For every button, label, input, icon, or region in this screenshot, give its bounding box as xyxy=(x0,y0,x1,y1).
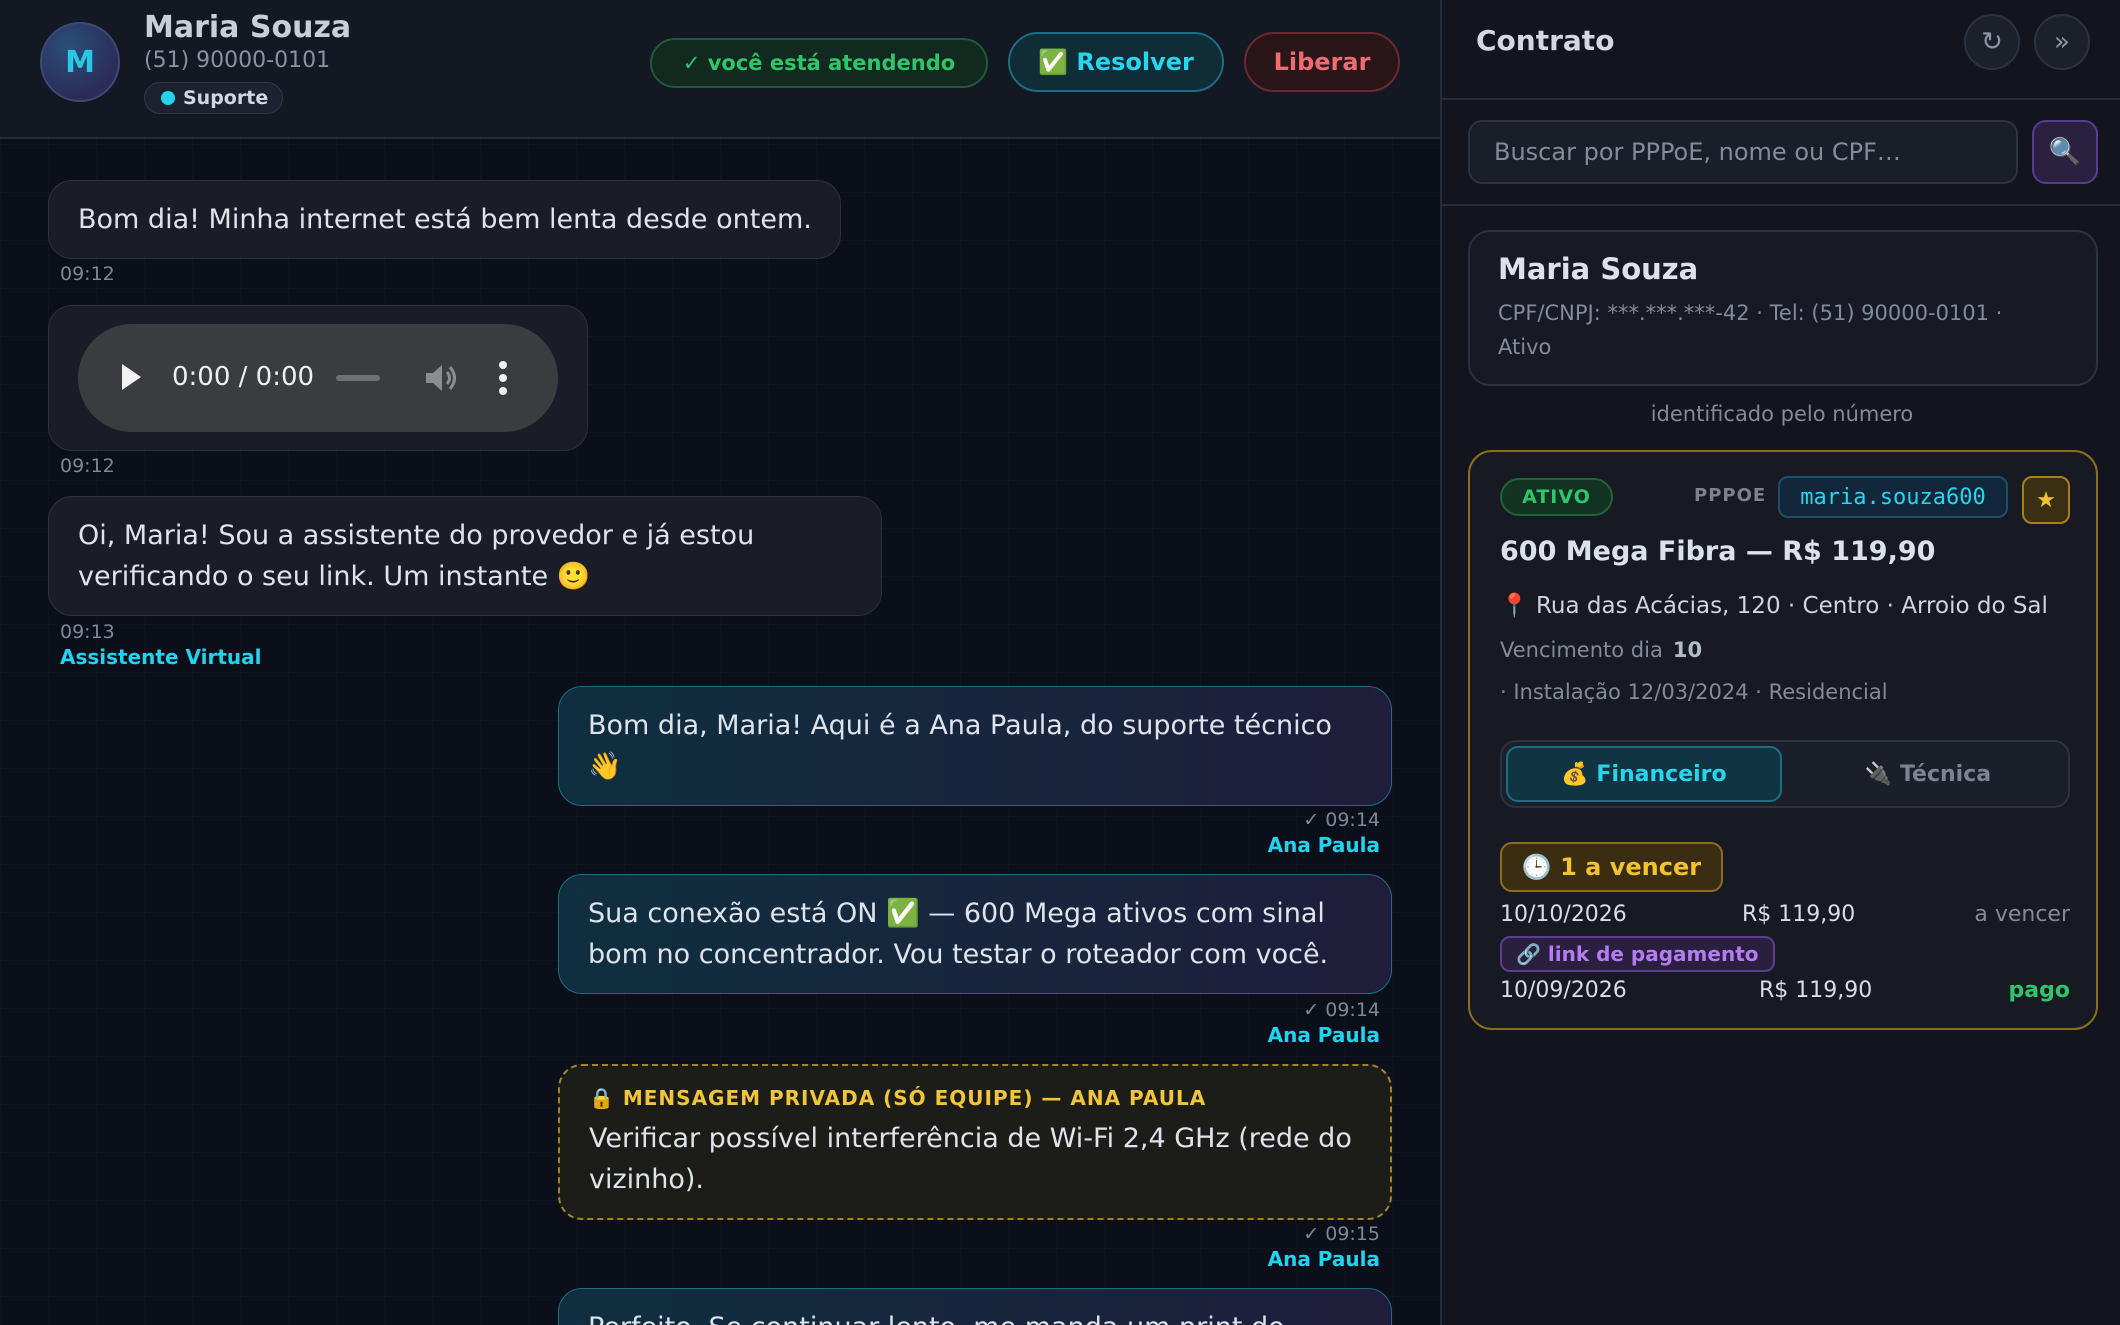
collapse-panel-icon[interactable]: » xyxy=(2034,14,2090,70)
contact-name: Maria Souza xyxy=(144,10,352,45)
invoice-amount: R$ 119,90 xyxy=(1742,902,1856,927)
department-dot-icon xyxy=(161,91,175,105)
invoice-amount: R$ 119,90 xyxy=(1759,978,1873,1003)
tab-tecnica[interactable]: 🔌 Técnica xyxy=(1790,746,2066,802)
private-note-bubble: 🔒 MENSAGEM PRIVADA (SÓ EQUIPE) — ANA PAU… xyxy=(558,1064,1392,1220)
department-label: Suporte xyxy=(183,87,269,109)
install-line: · Instalação 12/03/2024 · Residencial xyxy=(1500,680,1888,704)
chat-pane: M Maria Souza (51) 90000-0101 Suporte ✓ … xyxy=(0,0,1440,1325)
resolve-button[interactable]: ✅ Resolver xyxy=(1008,32,1224,92)
message-author: Assistente Virtual xyxy=(60,645,262,669)
contact-phone: (51) 90000-0101 xyxy=(144,48,331,73)
department-badge[interactable]: Suporte xyxy=(144,82,284,114)
message-text-line: 👋 xyxy=(588,751,622,782)
message-time: ✓ 09:14 xyxy=(1303,999,1380,1021)
message-text-line: Sua conexão está ON ✅ — 600 Mega ativos … xyxy=(588,898,1325,929)
client-card: Maria Souza CPF/CNPJ: ***.***.***-42 · T… xyxy=(1468,230,2098,386)
audio-player[interactable]: 0:00 / 0:00 xyxy=(78,324,558,432)
message-bubble-outgoing: Bom dia, Maria! Aqui é a Ana Paula, do s… xyxy=(558,686,1392,806)
search-icon[interactable]: 🔍 xyxy=(2032,120,2098,184)
panel-title: Contrato xyxy=(1476,24,1615,57)
contract-card[interactable]: ATIVO PPPOE maria.souza600 ★ 600 Mega Fi… xyxy=(1468,450,2098,1030)
contract-status-badge: ATIVO xyxy=(1500,478,1613,516)
search-input[interactable] xyxy=(1468,120,2018,184)
identified-note: identificado pelo número xyxy=(1650,402,1914,426)
message-time: ✓ 09:15 xyxy=(1303,1223,1380,1245)
plan-title: 600 Mega Fibra — R$ 119,90 xyxy=(1500,536,1936,567)
contract-panel: Contrato ↻ » 🔍 Maria Souza CPF/CNPJ: ***… xyxy=(1440,0,2120,1325)
attending-status-badge: ✓ você está atendendo xyxy=(650,38,988,88)
chat-header: M Maria Souza (51) 90000-0101 Suporte ✓ … xyxy=(0,0,1440,139)
invoice-status: pago xyxy=(2008,978,2070,1003)
star-icon[interactable]: ★ xyxy=(2022,476,2070,524)
play-icon[interactable] xyxy=(122,364,141,390)
message-time: 09:12 xyxy=(60,455,115,477)
message-bubble-outgoing: Sua conexão está ON ✅ — 600 Mega ativos … xyxy=(558,874,1392,994)
client-name: Maria Souza xyxy=(1498,252,1699,286)
message-text-line: Verificar possível interferência de Wi-F… xyxy=(589,1123,1352,1154)
message-author: Ana Paula xyxy=(1267,1247,1380,1271)
message-time: 09:13 xyxy=(60,621,115,643)
due-day-value: 10 xyxy=(1672,638,1703,662)
pppoe-value[interactable]: maria.souza600 xyxy=(1778,476,2008,518)
private-note-title: 🔒 MENSAGEM PRIVADA (SÓ EQUIPE) — ANA PAU… xyxy=(589,1086,1207,1110)
message-bubble-incoming: Oi, Maria! Sou a assistente do provedor … xyxy=(48,496,882,616)
client-info-line: CPF/CNPJ: ***.***.***-42 · Tel: (51) 900… xyxy=(1498,301,2003,325)
message-time: 09:12 xyxy=(60,263,115,285)
more-options-icon[interactable] xyxy=(498,358,508,398)
client-info: CPF/CNPJ: ***.***.***-42 · Tel: (51) 900… xyxy=(1498,296,2068,364)
message-bubble-incoming: Bom dia! Minha internet está bem lenta d… xyxy=(48,180,841,259)
contract-tabs: 💰 Financeiro 🔌 Técnica xyxy=(1500,740,2070,808)
audio-progress-slider[interactable] xyxy=(336,375,380,381)
message-bubble-outgoing: Perfeito. Se continuar lento, me manda u… xyxy=(558,1288,1392,1325)
invoice-date: 10/09/2026 xyxy=(1500,978,1627,1003)
invoice-status: a vencer xyxy=(1974,902,2070,927)
message-text-line: Bom dia, Maria! Aqui é a Ana Paula, do s… xyxy=(588,710,1332,741)
message-text-line: Oi, Maria! Sou a assistente do provedor … xyxy=(78,520,755,551)
message-text-line: vizinho). xyxy=(589,1164,705,1195)
invoice-date: 10/10/2026 xyxy=(1500,902,1627,927)
message-text: Bom dia! Minha internet está bem lenta d… xyxy=(78,204,812,235)
due-day-line: Vencimento dia 10 xyxy=(1500,638,1702,662)
release-button[interactable]: Liberar xyxy=(1244,32,1400,92)
client-info-line: Ativo xyxy=(1498,335,1552,359)
refresh-icon[interactable]: ↻ xyxy=(1964,14,2020,70)
avatar[interactable]: M xyxy=(40,22,120,102)
invoice-row: 10/09/2026 R$ 119,90 pago xyxy=(1500,978,2070,1008)
message-text-line: Perfeito. Se continuar lento, me manda u… xyxy=(588,1307,1363,1325)
payment-link-button[interactable]: 🔗 link de pagamento xyxy=(1500,936,1775,972)
tab-financeiro[interactable]: 💰 Financeiro xyxy=(1506,746,1782,802)
due-count-badge: 🕒 1 a vencer xyxy=(1500,842,1723,892)
divider xyxy=(1442,204,2120,206)
message-text-line: bom no concentrador. Vou testar o rotead… xyxy=(588,939,1329,970)
message-text-line: verificando o seu link. Um instante 🙂 xyxy=(78,561,591,592)
volume-icon[interactable] xyxy=(424,362,458,394)
divider xyxy=(1442,98,2120,100)
audio-time: 0:00 / 0:00 xyxy=(172,362,315,392)
message-time: ✓ 09:14 xyxy=(1303,809,1380,831)
pppoe-label: PPPOE xyxy=(1694,485,1767,506)
invoice-row: 10/10/2026 R$ 119,90 a vencer xyxy=(1500,902,2070,932)
message-author: Ana Paula xyxy=(1267,1023,1380,1047)
message-author: Ana Paula xyxy=(1267,833,1380,857)
address: 📍 Rua das Acácias, 120 · Centro · Arroio… xyxy=(1500,593,2048,619)
due-day-label: Vencimento dia xyxy=(1500,638,1663,662)
